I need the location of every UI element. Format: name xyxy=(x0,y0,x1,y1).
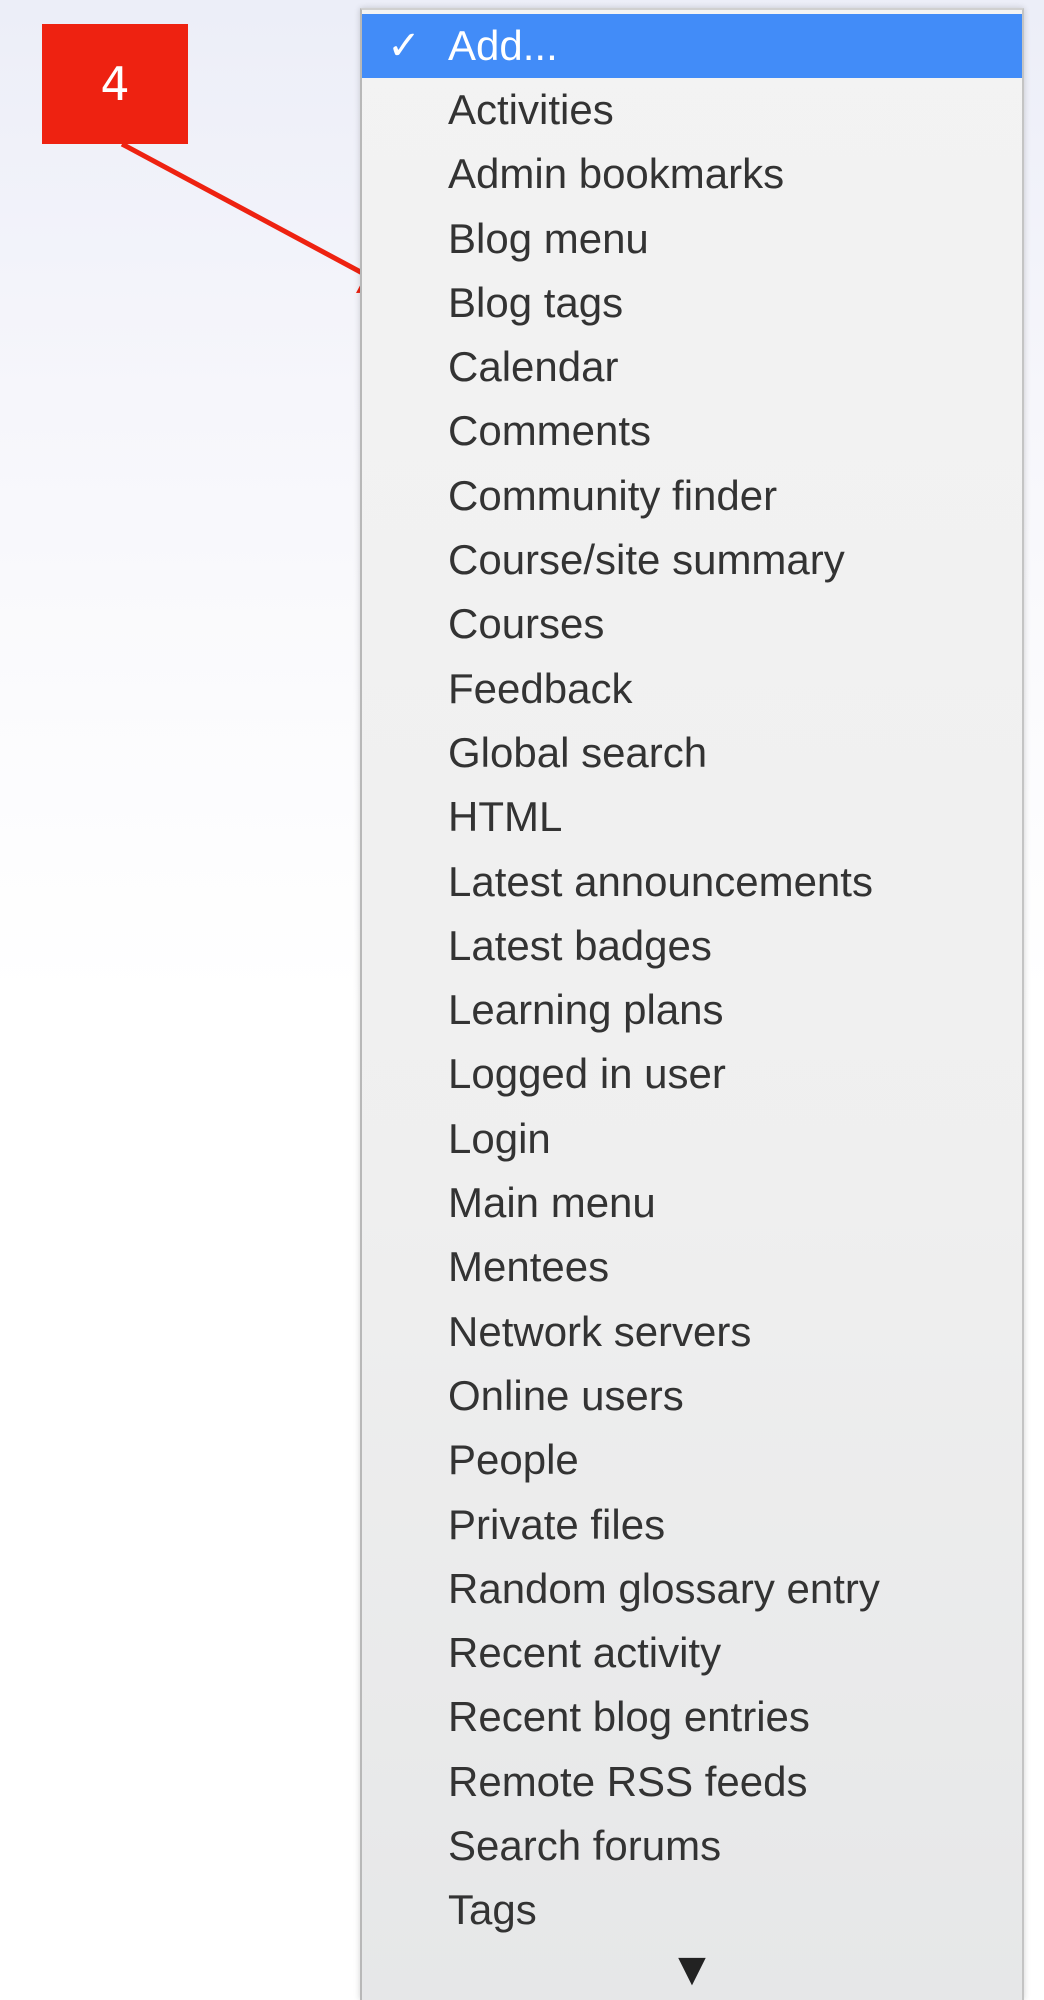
dropdown-option-label: Learning plans xyxy=(448,986,724,1034)
dropdown-option-label: Latest badges xyxy=(448,921,712,969)
dropdown-option-label: Private files xyxy=(448,1500,666,1548)
dropdown-option-recent-blog-entries[interactable]: Recent blog entries xyxy=(362,1685,1022,1749)
dropdown-option-label: Recent blog entries xyxy=(448,1693,810,1741)
dropdown-option-label: Search forums xyxy=(448,1822,722,1870)
triangle-down-icon[interactable]: ▼ xyxy=(362,1952,1022,1988)
dropdown-option-learning-plans[interactable]: Learning plans xyxy=(362,978,1022,1042)
dropdown-option-calendar[interactable]: Calendar xyxy=(362,335,1022,399)
dropdown-option-courses[interactable]: Courses xyxy=(362,592,1022,656)
dropdown-option-admin-bookmarks[interactable]: Admin bookmarks xyxy=(362,142,1022,206)
dropdown-option-tags[interactable]: Tags xyxy=(362,1878,1022,1942)
dropdown-option-label: Network servers xyxy=(448,1307,752,1355)
dropdown-option-label: Main menu xyxy=(448,1179,656,1227)
dropdown-option-label: Add... xyxy=(448,22,558,69)
dropdown-option-global-search[interactable]: Global search xyxy=(362,721,1022,785)
dropdown-option-label: Community finder xyxy=(448,471,778,519)
dropdown-option-label: Activities xyxy=(448,86,614,133)
dropdown-option-label: Tags xyxy=(448,1886,537,1934)
dropdown-option-network-servers[interactable]: Network servers xyxy=(362,1300,1022,1364)
dropdown-option-label: Comments xyxy=(448,407,652,455)
dropdown-option-mentees[interactable]: Mentees xyxy=(362,1235,1022,1299)
dropdown-option-latest-announcements[interactable]: Latest announcements xyxy=(362,850,1022,914)
dropdown-option-html[interactable]: HTML xyxy=(362,785,1022,849)
dropdown-option-label: Mentees xyxy=(448,1243,610,1291)
dropdown-option-label: Remote RSS feeds xyxy=(448,1757,808,1805)
dropdown-option-label: Online users xyxy=(448,1371,684,1419)
add-block-dropdown[interactable]: ✓ Add... Activities Admin bookmarks Blog… xyxy=(360,8,1024,2000)
dropdown-option-activities[interactable]: Activities xyxy=(362,78,1022,142)
dropdown-option-label: Blog tags xyxy=(448,278,624,326)
dropdown-option-label: Recent activity xyxy=(448,1629,722,1677)
dropdown-option-add[interactable]: ✓ Add... xyxy=(362,14,1022,78)
dropdown-option-feedback[interactable]: Feedback xyxy=(362,657,1022,721)
dropdown-option-login[interactable]: Login xyxy=(362,1107,1022,1171)
dropdown-option-label: Courses xyxy=(448,600,605,648)
dropdown-option-label: Random glossary entry xyxy=(448,1564,880,1612)
dropdown-option-blog-tags[interactable]: Blog tags xyxy=(362,271,1022,335)
dropdown-option-label: HTML xyxy=(448,793,563,841)
arrow-shaft xyxy=(120,141,370,279)
dropdown-option-label: Global search xyxy=(448,728,708,776)
dropdown-option-people[interactable]: People xyxy=(362,1428,1022,1492)
dropdown-option-label: Feedback xyxy=(448,664,633,712)
dropdown-option-label: Latest announcements xyxy=(448,857,873,905)
dropdown-option-comments[interactable]: Comments xyxy=(362,399,1022,463)
step-number: 4 xyxy=(100,57,130,111)
dropdown-option-label: Course/site summary xyxy=(448,536,845,584)
dropdown-option-label: Blog menu xyxy=(448,214,649,262)
dropdown-option-label: People xyxy=(448,1436,579,1484)
dropdown-option-latest-badges[interactable]: Latest badges xyxy=(362,914,1022,978)
dropdown-option-recent-activity[interactable]: Recent activity xyxy=(362,1621,1022,1685)
dropdown-option-course-site-summary[interactable]: Course/site summary xyxy=(362,528,1022,592)
step-number-badge: 4 xyxy=(42,24,188,144)
dropdown-option-label: Login xyxy=(448,1114,551,1162)
dropdown-option-random-glossary-entry[interactable]: Random glossary entry xyxy=(362,1557,1022,1621)
dropdown-option-main-menu[interactable]: Main menu xyxy=(362,1171,1022,1235)
dropdown-option-label: Calendar xyxy=(448,343,619,391)
dropdown-option-search-forums[interactable]: Search forums xyxy=(362,1814,1022,1878)
dropdown-option-remote-rss-feeds[interactable]: Remote RSS feeds xyxy=(362,1750,1022,1814)
checkmark-icon: ✓ xyxy=(387,23,421,69)
dropdown-option-blog-menu[interactable]: Blog menu xyxy=(362,207,1022,271)
dropdown-option-label: Logged in user xyxy=(448,1050,726,1098)
dropdown-option-label: Admin bookmarks xyxy=(448,150,785,198)
dropdown-option-private-files[interactable]: Private files xyxy=(362,1493,1022,1557)
dropdown-option-community-finder[interactable]: Community finder xyxy=(362,464,1022,528)
dropdown-option-online-users[interactable]: Online users xyxy=(362,1364,1022,1428)
dropdown-option-logged-in-user[interactable]: Logged in user xyxy=(362,1042,1022,1106)
dropdown-options: ✓ Add... Activities Admin bookmarks Blog… xyxy=(362,14,1022,1943)
